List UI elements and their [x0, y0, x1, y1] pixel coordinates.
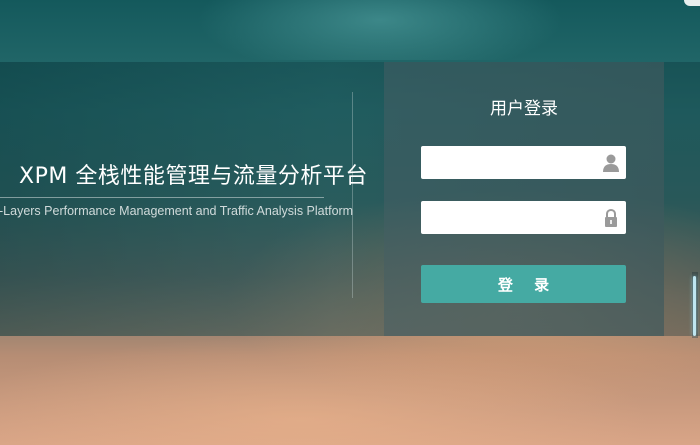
password-input[interactable] [421, 201, 597, 234]
login-title: 用户登录 [490, 99, 558, 119]
background-glow [0, 0, 700, 60]
login-button[interactable]: 登 录 [421, 265, 626, 303]
brand-underline [0, 197, 324, 198]
brand-subtitle: -Layers Performance Management and Traff… [0, 204, 354, 218]
scrollbar-thumb[interactable] [693, 276, 696, 336]
username-field[interactable] [421, 146, 626, 179]
brand-title: XPM 全栈性能管理与流量分析平台 [19, 164, 368, 189]
username-input[interactable] [421, 146, 597, 179]
password-field[interactable] [421, 201, 626, 234]
lock-icon [602, 208, 620, 228]
corner-tab[interactable] [684, 0, 700, 6]
user-icon [602, 153, 620, 173]
vertical-divider [352, 92, 353, 298]
login-panel: 用户登录 登 录 [384, 62, 664, 336]
login-page: XPM 全栈性能管理与流量分析平台 -Layers Performance Ma… [0, 0, 700, 445]
